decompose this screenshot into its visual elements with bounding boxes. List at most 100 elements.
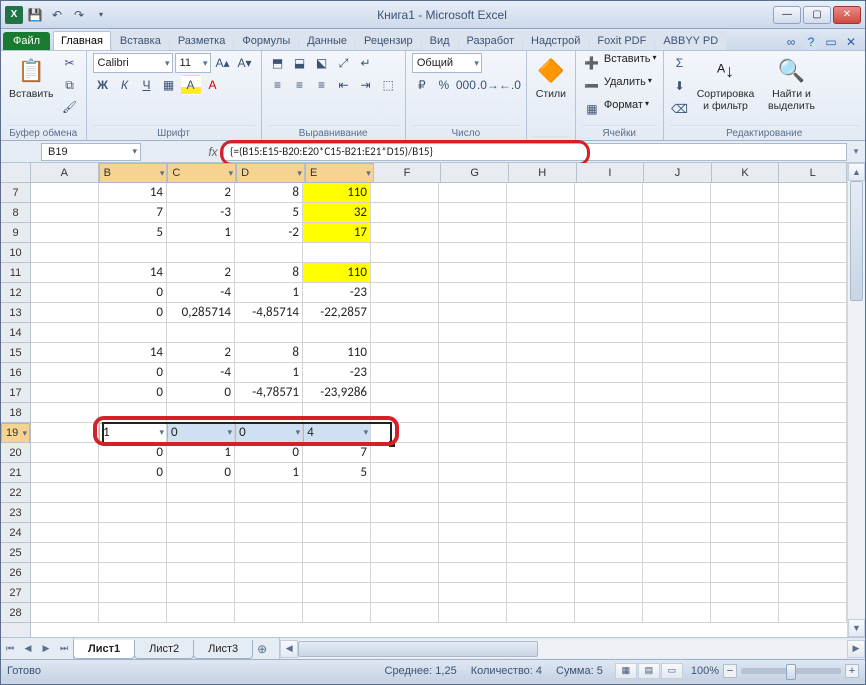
cell-K26[interactable] <box>711 563 779 583</box>
cell-I22[interactable] <box>575 483 643 503</box>
cell-K24[interactable] <box>711 523 779 543</box>
col-header-J[interactable]: J <box>644 163 712 182</box>
sheet-tab-Лист2[interactable]: Лист2 <box>134 640 194 659</box>
align-left-icon[interactable]: ≡ <box>268 75 288 95</box>
col-header-K[interactable]: K <box>712 163 780 182</box>
cell-H19[interactable] <box>507 423 575 443</box>
cell-D9[interactable]: -2 <box>235 223 303 243</box>
sheet-last-icon[interactable]: ⏭ <box>55 639 73 659</box>
clear-icon[interactable]: ⌫ <box>670 99 690 119</box>
cell-C13[interactable]: 0,285714 <box>167 303 235 323</box>
cell-G8[interactable] <box>439 203 507 223</box>
scroll-down-icon[interactable]: ▼ <box>848 619 865 637</box>
cell-E26[interactable] <box>303 563 371 583</box>
name-box[interactable]: B19 <box>41 143 141 161</box>
cell-J28[interactable] <box>643 603 711 623</box>
cell-L24[interactable] <box>779 523 847 543</box>
cell-H12[interactable] <box>507 283 575 303</box>
cell-G7[interactable] <box>439 183 507 203</box>
cell-K12[interactable] <box>711 283 779 303</box>
cell-L9[interactable] <box>779 223 847 243</box>
tab-главная[interactable]: Главная <box>53 31 111 50</box>
close-button[interactable]: ✕ <box>833 6 861 24</box>
cell-F25[interactable] <box>371 543 439 563</box>
cell-I13[interactable] <box>575 303 643 323</box>
cell-A18[interactable] <box>31 403 99 423</box>
cell-K22[interactable] <box>711 483 779 503</box>
cell-D10[interactable] <box>235 243 303 263</box>
cell-D24[interactable] <box>235 523 303 543</box>
view-break-icon[interactable]: ▭ <box>661 663 683 679</box>
underline-icon[interactable]: Ч <box>137 75 157 95</box>
cell-C14[interactable] <box>167 323 235 343</box>
cell-A22[interactable] <box>31 483 99 503</box>
cell-I24[interactable] <box>575 523 643 543</box>
col-header-I[interactable]: I <box>577 163 645 182</box>
minimize-ribbon-icon[interactable]: ∞ <box>783 34 799 50</box>
cell-D14[interactable] <box>235 323 303 343</box>
vscroll-track[interactable] <box>848 181 865 619</box>
bold-icon[interactable]: Ж <box>93 75 113 95</box>
format-painter-icon[interactable]: 🖌 <box>60 97 80 117</box>
qat-dropdown-icon[interactable]: ▾ <box>91 5 111 25</box>
cell-E9[interactable]: 17 <box>303 223 371 243</box>
border-icon[interactable]: ▦ <box>159 75 179 95</box>
cell-L11[interactable] <box>779 263 847 283</box>
cell-A7[interactable] <box>31 183 99 203</box>
cell-F11[interactable] <box>371 263 439 283</box>
cell-C27[interactable] <box>167 583 235 603</box>
cell-G21[interactable] <box>439 463 507 483</box>
cell-J16[interactable] <box>643 363 711 383</box>
col-header-A[interactable]: A <box>31 163 99 182</box>
cell-F23[interactable] <box>371 503 439 523</box>
tab-рецензир[interactable]: Рецензир <box>356 31 421 50</box>
cell-C28[interactable] <box>167 603 235 623</box>
cell-A9[interactable] <box>31 223 99 243</box>
cell-J27[interactable] <box>643 583 711 603</box>
cell-C15[interactable]: 2 <box>167 343 235 363</box>
styles-button[interactable]: 🔶 Стили <box>533 53 569 103</box>
cell-E15[interactable]: 110 <box>303 343 371 363</box>
sheet-next-icon[interactable]: ▶ <box>37 639 55 659</box>
cell-B10[interactable] <box>99 243 167 263</box>
cell-C9[interactable]: 1 <box>167 223 235 243</box>
cell-J12[interactable] <box>643 283 711 303</box>
vertical-scrollbar[interactable]: ▲ ▼ <box>847 163 865 637</box>
scroll-right-icon[interactable]: ▶ <box>847 640 865 658</box>
cell-D22[interactable] <box>235 483 303 503</box>
cell-D28[interactable] <box>235 603 303 623</box>
cell-H25[interactable] <box>507 543 575 563</box>
cell-L8[interactable] <box>779 203 847 223</box>
col-header-D[interactable]: D <box>236 163 305 183</box>
tab-разметка[interactable]: Разметка <box>170 31 234 50</box>
cell-D7[interactable]: 8 <box>235 183 303 203</box>
cell-J15[interactable] <box>643 343 711 363</box>
cell-H18[interactable] <box>507 403 575 423</box>
currency-icon[interactable]: ₽ <box>412 75 432 95</box>
cell-J18[interactable] <box>643 403 711 423</box>
row-header-15[interactable]: 15 <box>1 343 30 363</box>
cell-I19[interactable] <box>575 423 643 443</box>
cell-D23[interactable] <box>235 503 303 523</box>
cell-L20[interactable] <box>779 443 847 463</box>
col-header-L[interactable]: L <box>779 163 847 182</box>
fill-color-icon[interactable]: A <box>181 75 201 95</box>
cell-C7[interactable]: 2 <box>167 183 235 203</box>
minimize-button[interactable]: — <box>773 6 801 24</box>
cell-L7[interactable] <box>779 183 847 203</box>
file-tab[interactable]: Файл <box>3 32 50 50</box>
cell-G17[interactable] <box>439 383 507 403</box>
cell-D18[interactable] <box>235 403 303 423</box>
cell-E12[interactable]: -23 <box>303 283 371 303</box>
row-header-25[interactable]: 25 <box>1 543 30 563</box>
find-select-button[interactable]: 🔍 Найти и выделить <box>762 53 822 114</box>
cell-A20[interactable] <box>31 443 99 463</box>
cell-D17[interactable]: -4,78571 <box>235 383 303 403</box>
cell-J22[interactable] <box>643 483 711 503</box>
cell-J11[interactable] <box>643 263 711 283</box>
dec-decimal-icon[interactable]: ←.0 <box>500 75 520 95</box>
wrap-text-icon[interactable]: ↵ <box>356 53 376 73</box>
cell-J24[interactable] <box>643 523 711 543</box>
row-header-16[interactable]: 16 <box>1 363 30 383</box>
horizontal-scrollbar[interactable]: ◀ ▶ <box>279 638 865 659</box>
